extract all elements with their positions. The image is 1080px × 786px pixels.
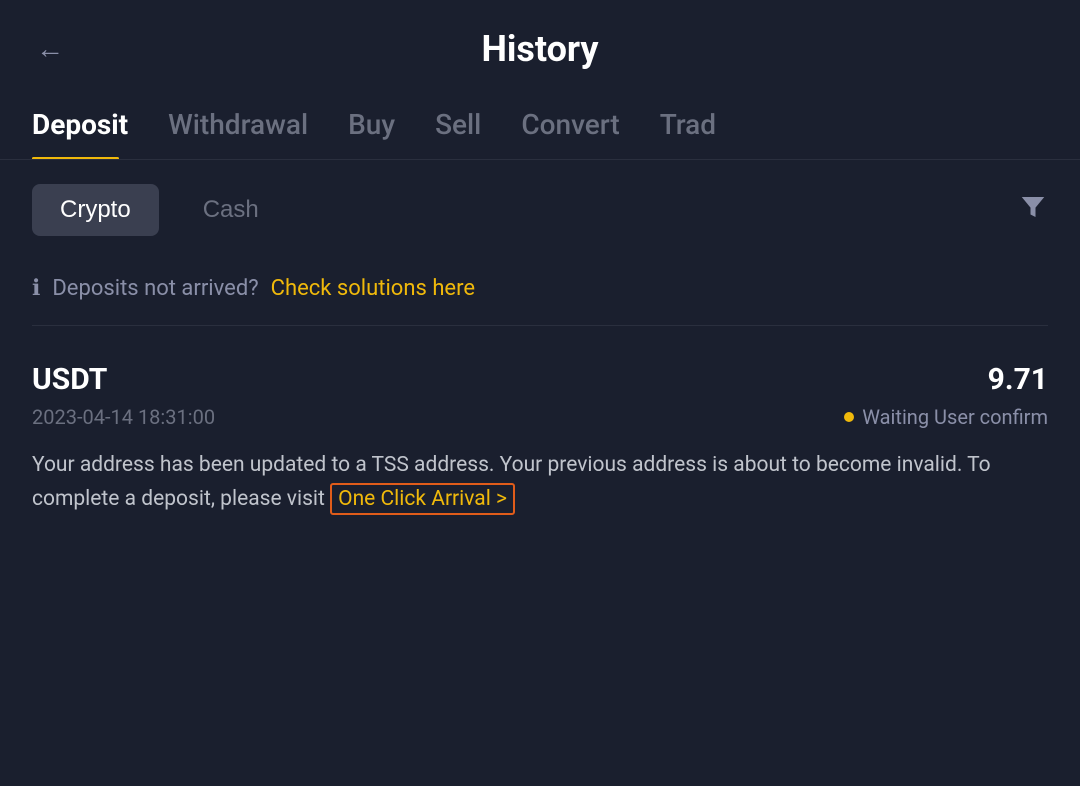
notice-link[interactable]: Check solutions here: [271, 276, 475, 301]
back-button[interactable]: ←: [32, 29, 68, 69]
sub-tab-cash[interactable]: Cash: [175, 184, 287, 236]
transaction-date: 2023-04-14 18:31:00: [32, 405, 215, 429]
sub-tabs-container: Crypto Cash: [0, 160, 1080, 260]
notice-text: Deposits not arrived?: [52, 276, 258, 301]
tab-deposit[interactable]: Deposit: [32, 90, 156, 159]
status-text: Waiting User confirm: [862, 405, 1048, 429]
tab-convert[interactable]: Convert: [521, 90, 647, 159]
page-title: History: [481, 28, 598, 70]
divider: [32, 325, 1048, 326]
filter-icon: [1018, 192, 1048, 222]
notice-bar: ℹ Deposits not arrived? Check solutions …: [0, 260, 1080, 317]
filter-button[interactable]: [1018, 192, 1048, 229]
transaction-meta: 2023-04-14 18:31:00 Waiting User confirm: [32, 405, 1048, 429]
main-tabs: Deposit Withdrawal Buy Sell Convert Trad: [0, 90, 1080, 160]
sub-tab-crypto[interactable]: Crypto: [32, 184, 159, 236]
back-icon: ←: [36, 33, 64, 65]
one-click-arrival-link[interactable]: One Click Arrival >: [330, 483, 515, 515]
tab-trade[interactable]: Trad: [660, 90, 744, 159]
transaction-message: Your address has been updated to a TSS a…: [32, 449, 1048, 516]
transaction-status: Waiting User confirm: [844, 405, 1048, 429]
transaction-amount: 9.71: [988, 362, 1048, 397]
tab-buy[interactable]: Buy: [348, 90, 423, 159]
tab-withdrawal[interactable]: Withdrawal: [168, 90, 336, 159]
transaction-item: USDT 9.71 2023-04-14 18:31:00 Waiting Us…: [0, 334, 1080, 536]
transaction-symbol: USDT: [32, 362, 107, 397]
header: ← History: [0, 0, 1080, 90]
info-icon: ℹ: [32, 276, 40, 301]
transaction-header: USDT 9.71: [32, 362, 1048, 397]
tab-sell[interactable]: Sell: [435, 90, 509, 159]
status-dot: [844, 412, 854, 422]
